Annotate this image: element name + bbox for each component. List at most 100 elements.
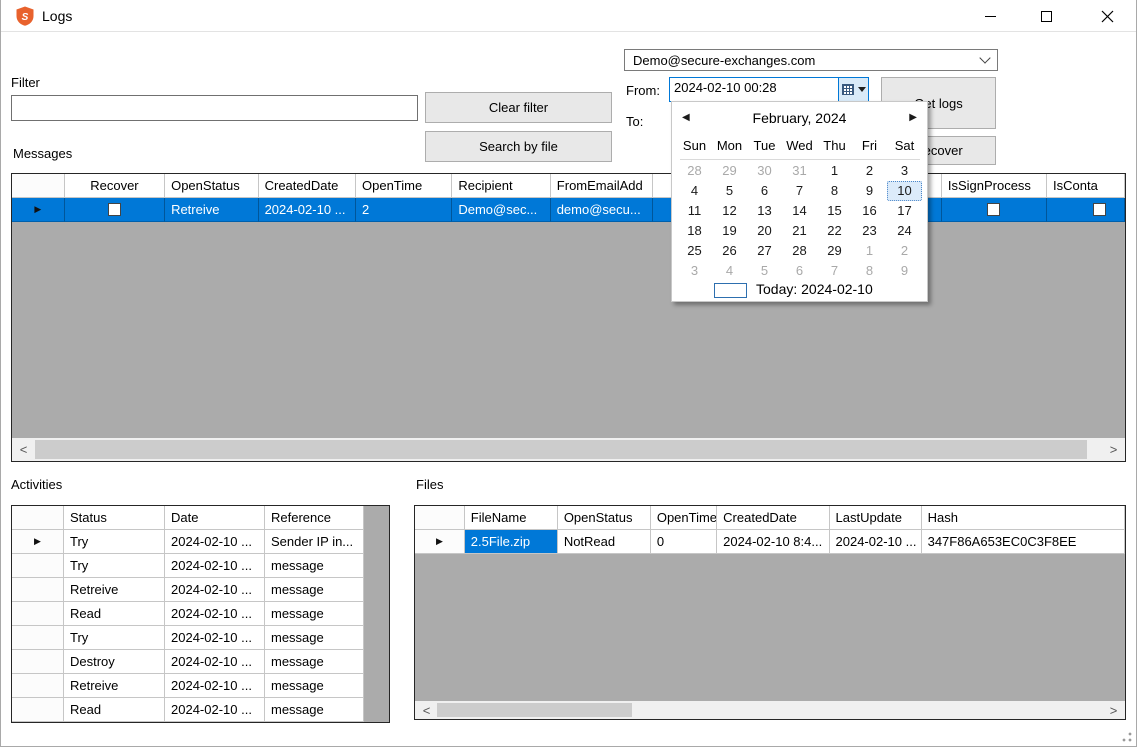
messages-col-fromemailadd[interactable]: FromEmailAdd: [551, 174, 653, 198]
scroll-left-icon[interactable]: <: [415, 704, 438, 717]
calendar-day[interactable]: 3: [887, 161, 922, 181]
calendar-day[interactable]: 31: [782, 161, 817, 181]
messages-col-recipient[interactable]: Recipient: [452, 174, 550, 198]
calendar-day[interactable]: 30: [747, 161, 782, 181]
messages-createddate-cell[interactable]: 2024-02-10 ...: [259, 198, 356, 222]
activities-col-reference[interactable]: Reference: [265, 506, 364, 530]
files-col-opentime[interactable]: OpenTime: [651, 506, 717, 530]
calendar-day[interactable]: 7: [782, 181, 817, 201]
calendar-day[interactable]: 24: [887, 221, 922, 241]
activities-col-date[interactable]: Date: [165, 506, 265, 530]
activity-reference-cell[interactable]: message: [265, 674, 364, 698]
messages-col-recover[interactable]: Recover: [65, 174, 165, 198]
calendar-day[interactable]: 14: [782, 201, 817, 221]
calendar-day[interactable]: 9: [852, 181, 887, 201]
from-datetime-picker[interactable]: 2024-02-10 00:28: [669, 77, 869, 102]
files-corner-header[interactable]: [415, 506, 465, 530]
activity-row[interactable]: Read2024-02-10 ...message: [12, 602, 389, 626]
messages-recipient-cell[interactable]: Demo@sec...: [452, 198, 550, 222]
isconta-checkbox[interactable]: [1093, 203, 1106, 216]
files-hscrollbar-thumb[interactable]: [437, 703, 632, 717]
activity-date-cell[interactable]: 2024-02-10 ...: [165, 602, 265, 626]
activity-status-cell[interactable]: Retreive: [64, 674, 165, 698]
activity-row-marker-cell[interactable]: [12, 578, 64, 602]
activity-date-cell[interactable]: 2024-02-10 ...: [165, 626, 265, 650]
calendar-day[interactable]: 4: [712, 261, 747, 281]
activity-status-cell[interactable]: Destroy: [64, 650, 165, 674]
account-dropdown[interactable]: Demo@secure-exchanges.com: [624, 49, 998, 71]
calendar-day[interactable]: 28: [782, 241, 817, 261]
files-openstatus-cell[interactable]: NotRead: [558, 530, 651, 554]
calendar-day[interactable]: 15: [817, 201, 852, 221]
messages-col-openstatus[interactable]: OpenStatus: [165, 174, 259, 198]
calendar-day[interactable]: 7: [817, 261, 852, 281]
calendar-day[interactable]: 26: [712, 241, 747, 261]
activity-row[interactable]: Try2024-02-10 ...message: [12, 626, 389, 650]
calendar-day[interactable]: 2: [887, 241, 922, 261]
activity-row[interactable]: ▶Try2024-02-10 ...Sender IP in...: [12, 530, 389, 554]
calendar-day[interactable]: 23: [852, 221, 887, 241]
activity-row[interactable]: Retreive2024-02-10 ...message: [12, 578, 389, 602]
calendar-day[interactable]: 21: [782, 221, 817, 241]
calendar-day[interactable]: 28: [677, 161, 712, 181]
clear-filter-button[interactable]: Clear filter: [425, 92, 612, 123]
activities-corner-header[interactable]: [12, 506, 64, 530]
messages-openstatus-cell[interactable]: Retreive: [165, 198, 259, 222]
calendar-day[interactable]: 27: [747, 241, 782, 261]
calendar-day[interactable]: 20: [747, 221, 782, 241]
activity-row[interactable]: Retreive2024-02-10 ...message: [12, 674, 389, 698]
files-row-marker-cell[interactable]: ▶: [415, 530, 465, 554]
calendar-day[interactable]: 29: [712, 161, 747, 181]
activity-row-marker-cell[interactable]: [12, 602, 64, 626]
calendar-day[interactable]: 9: [887, 261, 922, 281]
calendar-day[interactable]: 11: [677, 201, 712, 221]
messages-corner-header[interactable]: [12, 174, 65, 198]
activity-row-marker-cell[interactable]: [12, 554, 64, 578]
calendar-day[interactable]: 8: [817, 181, 852, 201]
calendar-next-icon[interactable]: ▶: [909, 112, 917, 123]
calendar-day[interactable]: 13: [747, 201, 782, 221]
messages-col-isconta[interactable]: IsConta: [1047, 174, 1125, 198]
calendar-day[interactable]: 6: [747, 181, 782, 201]
files-opentime-cell[interactable]: 0: [651, 530, 717, 554]
activity-row[interactable]: Destroy2024-02-10 ...message: [12, 650, 389, 674]
messages-selected-row[interactable]: ▶ Retreive 2024-02-10 ... 2 Demo@sec... …: [12, 198, 1125, 222]
calendar-today-box[interactable]: [714, 283, 747, 298]
activity-status-cell[interactable]: Try: [64, 530, 165, 554]
activity-date-cell[interactable]: 2024-02-10 ...: [165, 554, 265, 578]
activity-reference-cell[interactable]: message: [265, 602, 364, 626]
filter-input[interactable]: [11, 95, 418, 121]
calendar-day[interactable]: 3: [677, 261, 712, 281]
activity-reference-cell[interactable]: message: [265, 554, 364, 578]
activity-status-cell[interactable]: Read: [64, 698, 165, 722]
activity-row[interactable]: Try2024-02-10 ...message: [12, 554, 389, 578]
activity-row-marker-cell[interactable]: [12, 650, 64, 674]
activity-row-marker-cell[interactable]: [12, 674, 64, 698]
messages-isconta-cell[interactable]: [1047, 198, 1125, 222]
maximize-button[interactable]: [1023, 0, 1069, 32]
calendar-today-label[interactable]: Today: 2024-02-10: [756, 281, 873, 297]
search-by-file-button[interactable]: Search by file: [425, 131, 612, 162]
resize-grip[interactable]: [1122, 732, 1132, 742]
calendar-day[interactable]: 2: [852, 161, 887, 181]
activity-date-cell[interactable]: 2024-02-10 ...: [165, 674, 265, 698]
activity-reference-cell[interactable]: Sender IP in...: [265, 530, 364, 554]
calendar-day[interactable]: 22: [817, 221, 852, 241]
calendar-day[interactable]: 6: [782, 261, 817, 281]
calendar-day[interactable]: 17: [887, 201, 922, 221]
calendar-day[interactable]: 1: [817, 161, 852, 181]
calendar-dropdown-button[interactable]: [838, 78, 868, 101]
files-hscrollbar[interactable]: < >: [415, 701, 1125, 719]
scroll-right-icon[interactable]: >: [1102, 443, 1125, 456]
row-marker-cell[interactable]: ▶: [12, 198, 65, 222]
files-col-lastupdate[interactable]: LastUpdate: [830, 506, 922, 530]
files-col-filename[interactable]: FileName: [465, 506, 558, 530]
calendar-day[interactable]: 16: [852, 201, 887, 221]
files-lastupdate-cell[interactable]: 2024-02-10 ...: [830, 530, 922, 554]
files-col-createddate[interactable]: CreatedDate: [717, 506, 829, 530]
files-filename-cell[interactable]: 2.5File.zip: [465, 530, 558, 554]
calendar-day[interactable]: 12: [712, 201, 747, 221]
calendar-day[interactable]: 1: [852, 241, 887, 261]
messages-opentime-cell[interactable]: 2: [356, 198, 452, 222]
files-hash-cell[interactable]: 347F86A653EC0C3F8EE: [922, 530, 1125, 554]
